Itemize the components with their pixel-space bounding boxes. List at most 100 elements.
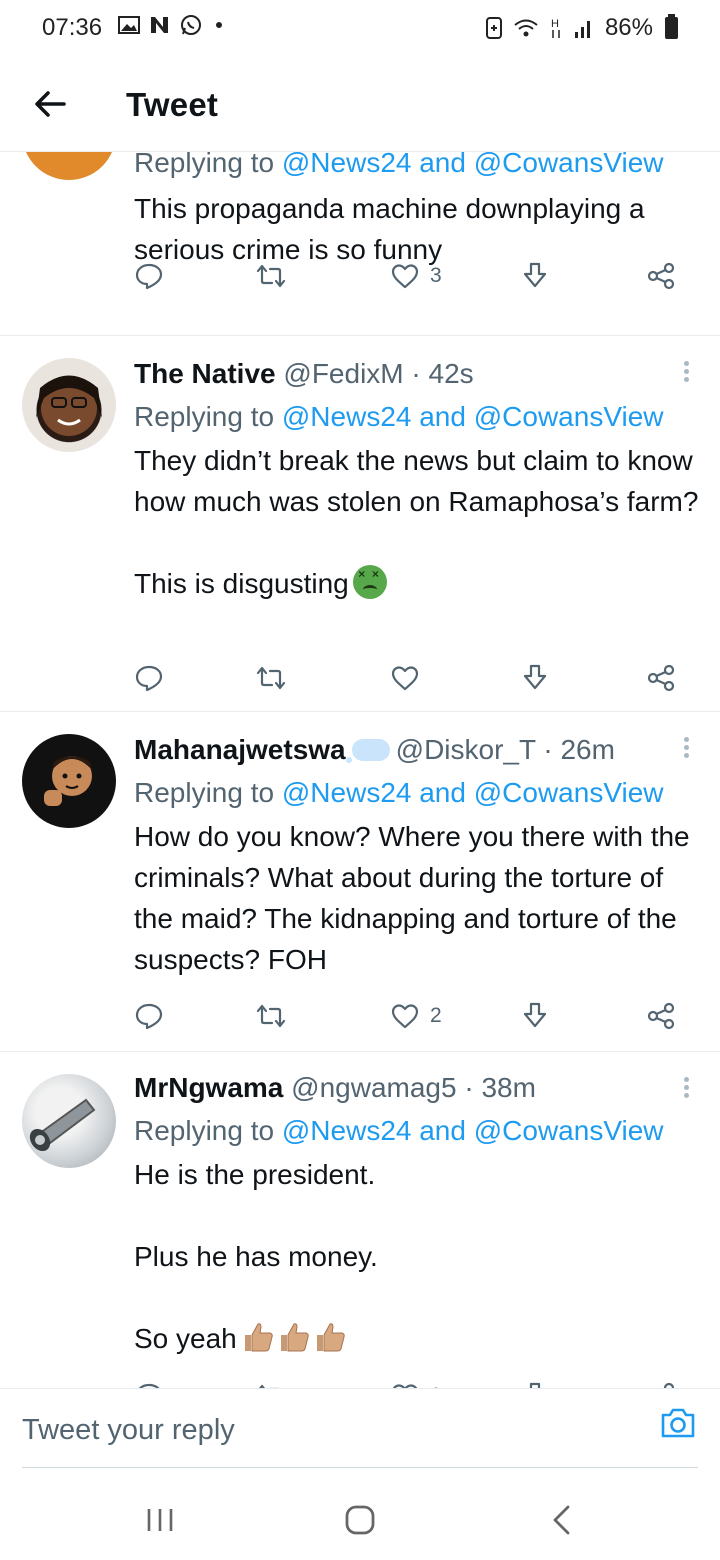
recent-apps-icon[interactable] — [138, 1498, 182, 1542]
reply-button[interactable] — [134, 1376, 164, 1388]
mention-link[interactable]: @News24 and @CowansView — [282, 152, 664, 178]
replying-to: Replying to @News24 and @CowansView — [134, 396, 700, 438]
author-handle[interactable]: @FedixM — [283, 358, 403, 389]
author-line: Mahanajwetswa @Diskor_T · 26m — [134, 730, 700, 770]
tweet-actions: 2 — [134, 996, 694, 1036]
like-button[interactable]: 2 — [390, 996, 442, 1036]
author-name[interactable]: Mahanajwetswa — [134, 734, 346, 765]
tweet-time: · 38m — [464, 1072, 536, 1103]
tweet-0[interactable]: Replying to @News24 and @CowansView This… — [0, 152, 720, 336]
reply-feed[interactable]: Replying to @News24 and @CowansView This… — [0, 152, 720, 1388]
battery-percent: 86% — [604, 14, 653, 41]
replying-to: Replying to @News24 and @CowansView — [134, 1110, 700, 1152]
tweet-actions — [134, 658, 694, 698]
heart-icon — [391, 1004, 419, 1029]
author-line: MrNgwama @ngwamag5 · 38m — [134, 1068, 700, 1108]
share-button[interactable] — [646, 1376, 676, 1388]
author-name[interactable]: MrNgwama — [134, 1072, 283, 1103]
download-button[interactable] — [520, 1376, 550, 1388]
tweet-3[interactable]: MrNgwama @ngwamag5 · 38m Replying to @Ne… — [0, 1052, 720, 1388]
heart-icon — [391, 264, 419, 289]
reply-icon — [138, 1383, 160, 1388]
replying-prefix: Replying to — [134, 777, 275, 808]
retweet-button[interactable] — [256, 996, 286, 1036]
retweet-button[interactable] — [256, 658, 286, 698]
svg-text:H: H — [551, 18, 559, 30]
avatar[interactable] — [22, 152, 116, 180]
tweet-2[interactable]: Mahanajwetswa @Diskor_T · 26m Replying to… — [0, 712, 720, 1052]
like-button[interactable]: 3 — [390, 256, 442, 296]
share-icon — [663, 1382, 675, 1388]
avatar[interactable] — [22, 358, 116, 452]
camera-icon[interactable] — [658, 1403, 698, 1443]
tweet-actions: 1 — [134, 1376, 694, 1388]
avatar[interactable] — [22, 734, 116, 828]
share-icon — [647, 664, 675, 692]
system-back-icon[interactable] — [540, 1498, 584, 1542]
reply-icon — [135, 665, 163, 692]
like-count: 3 — [430, 264, 442, 287]
author-handle[interactable]: @Diskor_T — [396, 734, 536, 765]
share-icon — [647, 1002, 675, 1030]
mention-link[interactable]: @News24 and @CowansView — [282, 1115, 664, 1146]
thumbs-up-emoji — [281, 1323, 309, 1352]
tweet-text-wrap: They didn’t break the news but claim to … — [134, 440, 700, 604]
retweet-icon — [258, 1384, 279, 1388]
download-icon — [529, 1382, 541, 1388]
retweet-icon — [256, 1004, 286, 1028]
tweet-time: · 26m — [543, 734, 615, 765]
nauseated-face-emoji — [353, 565, 388, 599]
download-icon — [523, 664, 547, 690]
wifi-icon — [514, 19, 538, 37]
retweet-button[interactable] — [256, 1376, 286, 1388]
tweet-text: They didn’t break the news but claim to … — [134, 445, 699, 599]
mention-link[interactable]: @News24 and @CowansView — [282, 401, 664, 432]
author-handle[interactable]: @ngwamag5 — [291, 1072, 456, 1103]
download-button[interactable] — [520, 256, 550, 296]
thumbs-up-emojis — [241, 1323, 349, 1352]
reply-input[interactable] — [22, 1407, 622, 1453]
whatsapp-icon — [181, 15, 201, 35]
home-icon[interactable] — [338, 1498, 382, 1542]
tweet-1[interactable]: The Native @FedixM · 42s Replying to @Ne… — [0, 336, 720, 712]
saver-icon — [485, 17, 502, 39]
signal-icon — [574, 21, 590, 38]
download-icon — [523, 1002, 547, 1028]
thumbs-up-emoji — [317, 1323, 345, 1352]
app-header: Tweet — [0, 60, 720, 152]
like-button[interactable]: 1 — [390, 1376, 442, 1388]
reply-icon — [135, 263, 163, 290]
status-time: 07:36 — [42, 14, 103, 41]
like-button[interactable] — [390, 658, 430, 698]
heart-icon — [392, 1384, 418, 1388]
author-line: The Native @FedixM · 42s — [134, 354, 700, 394]
replying-prefix: Replying to — [134, 401, 275, 432]
like-count: 2 — [430, 1004, 442, 1027]
reply-button[interactable] — [134, 996, 164, 1036]
thought-balloon-emoji — [345, 739, 390, 763]
tweet-actions: 3 — [134, 256, 694, 296]
reply-button[interactable] — [134, 256, 164, 296]
replying-prefix: Replying to — [134, 152, 275, 178]
h-network-icon: H — [551, 18, 560, 38]
back-arrow-icon[interactable] — [30, 84, 70, 124]
share-button[interactable] — [646, 658, 676, 698]
avatar[interactable] — [22, 1074, 116, 1168]
author-name[interactable]: The Native — [134, 358, 276, 389]
thumbs-up-emoji — [245, 1323, 273, 1352]
page-title: Tweet — [126, 86, 219, 123]
replying-to: Replying to @News24 and @CowansView — [134, 152, 700, 184]
share-icon — [647, 262, 675, 290]
download-button[interactable] — [520, 658, 550, 698]
download-button[interactable] — [520, 996, 550, 1036]
reply-button[interactable] — [134, 658, 164, 698]
share-button[interactable] — [646, 996, 676, 1036]
reply-icon — [135, 1003, 163, 1030]
heart-icon — [391, 666, 419, 691]
retweet-button[interactable] — [256, 256, 286, 296]
download-icon — [523, 262, 547, 288]
input-underline — [22, 1467, 698, 1468]
share-button[interactable] — [646, 256, 676, 296]
reply-composer — [0, 1388, 720, 1480]
mention-link[interactable]: @News24 and @CowansView — [282, 777, 664, 808]
